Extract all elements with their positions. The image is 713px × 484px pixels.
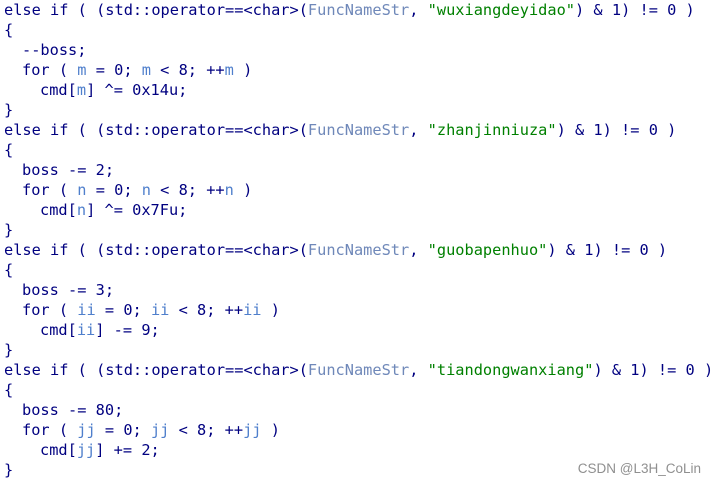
cmd-prefix: cmd[ xyxy=(40,201,77,219)
cmd-statement: cmd[ii] -= 9; xyxy=(4,320,713,340)
close-brace: } xyxy=(4,341,14,359)
close-brace: } xyxy=(4,221,14,239)
close-brace: } xyxy=(4,101,14,119)
loop-variable: ii xyxy=(243,301,262,319)
loop-variable: ii xyxy=(76,321,96,339)
csdn-watermark: CSDN @L3H_CoLin xyxy=(577,461,701,476)
loop-compare: < 8; ++ xyxy=(150,181,225,199)
cmd-prefix: cmd[ xyxy=(40,321,77,339)
cmd-statement: cmd[jj] += 2; xyxy=(4,440,713,460)
loop-variable: jj xyxy=(243,421,262,439)
string-literal: "zhanjinniuza" xyxy=(427,121,557,139)
loop-compare: < 8; ++ xyxy=(150,61,225,79)
loop-variable: n xyxy=(141,181,151,199)
func-name-identifier: FuncNameStr xyxy=(307,241,410,259)
arg-separator: , xyxy=(409,361,428,379)
boss-statement: --boss; xyxy=(22,41,87,59)
cmd-suffix: ] ^= 0x7Fu; xyxy=(86,201,188,219)
for-loop-line: for ( ii = 0; ii < 8; ++ii ) xyxy=(4,300,713,320)
loop-close: ) xyxy=(261,421,280,439)
else-if-keyword: else if ( (std::operator==<char>( xyxy=(4,1,308,19)
open-brace: { xyxy=(4,21,14,39)
code-view: else if ( (std::operator==<char>(FuncNam… xyxy=(4,0,713,480)
condition-line: else if ( (std::operator==<char>(FuncNam… xyxy=(4,360,713,380)
for-loop-line: for ( m = 0; m < 8; ++m ) xyxy=(4,60,713,80)
open-brace: { xyxy=(4,141,14,159)
for-keyword: for ( xyxy=(22,181,78,199)
loop-variable: jj xyxy=(77,421,96,439)
for-keyword: for ( xyxy=(22,421,78,439)
arg-separator: , xyxy=(409,1,428,19)
loop-compare: < 8; ++ xyxy=(169,301,244,319)
loop-variable: jj xyxy=(76,441,96,459)
open-brace: { xyxy=(4,261,14,279)
loop-init: = 0; xyxy=(86,61,142,79)
cmd-suffix: ] += 2; xyxy=(95,441,160,459)
cmd-statement: cmd[m] ^= 0x14u; xyxy=(4,80,713,100)
condition-tail: ) & 1) != 0 ) xyxy=(575,1,695,19)
open-brace: { xyxy=(4,381,14,399)
loop-variable: ii xyxy=(77,301,96,319)
else-if-keyword: else if ( (std::operator==<char>( xyxy=(4,361,308,379)
cmd-prefix: cmd[ xyxy=(40,81,77,99)
string-literal: "wuxiangdeyidao" xyxy=(427,1,576,19)
else-if-keyword: else if ( (std::operator==<char>( xyxy=(4,121,308,139)
loop-variable: n xyxy=(224,181,234,199)
loop-variable: n xyxy=(76,201,87,219)
cmd-suffix: ] -= 9; xyxy=(95,321,160,339)
loop-close: ) xyxy=(233,61,253,79)
string-literal: "tiandongwanxiang" xyxy=(427,361,594,379)
loop-variable: m xyxy=(141,61,151,79)
arg-separator: , xyxy=(409,241,428,259)
func-name-identifier: FuncNameStr xyxy=(307,121,410,139)
arg-separator: , xyxy=(409,121,428,139)
for-keyword: for ( xyxy=(22,301,78,319)
string-literal: "guobapenhuo" xyxy=(427,241,548,259)
for-keyword: for ( xyxy=(22,61,78,79)
loop-close: ) xyxy=(261,301,280,319)
condition-line: else if ( (std::operator==<char>(FuncNam… xyxy=(4,240,713,260)
func-name-identifier: FuncNameStr xyxy=(307,361,410,379)
cmd-statement: cmd[n] ^= 0x7Fu; xyxy=(4,200,713,220)
loop-variable: m xyxy=(76,81,87,99)
loop-init: = 0; xyxy=(95,301,151,319)
loop-variable: jj xyxy=(150,421,170,439)
loop-compare: < 8; ++ xyxy=(169,421,244,439)
boss-statement: boss -= 3; xyxy=(22,281,115,299)
condition-line: else if ( (std::operator==<char>(FuncNam… xyxy=(4,0,713,20)
loop-variable: m xyxy=(224,61,234,79)
condition-tail: ) & 1) != 0 ) xyxy=(593,361,713,379)
loop-init: = 0; xyxy=(86,181,142,199)
condition-tail: ) & 1) != 0 ) xyxy=(547,241,668,259)
boss-statement: boss -= 2; xyxy=(22,161,115,179)
loop-init: = 0; xyxy=(95,421,151,439)
loop-close: ) xyxy=(233,181,253,199)
func-name-identifier: FuncNameStr xyxy=(307,1,410,19)
loop-variable: ii xyxy=(150,301,170,319)
else-if-keyword: else if ( (std::operator==<char>( xyxy=(4,241,308,259)
condition-tail: ) & 1) != 0 ) xyxy=(556,121,677,139)
cmd-suffix: ] ^= 0x14u; xyxy=(86,81,188,99)
for-loop-line: for ( n = 0; n < 8; ++n ) xyxy=(4,180,713,200)
boss-statement: boss -= 80; xyxy=(22,401,124,419)
for-loop-line: for ( jj = 0; jj < 8; ++jj ) xyxy=(4,420,713,440)
condition-line: else if ( (std::operator==<char>(FuncNam… xyxy=(4,120,713,140)
cmd-prefix: cmd[ xyxy=(40,441,77,459)
